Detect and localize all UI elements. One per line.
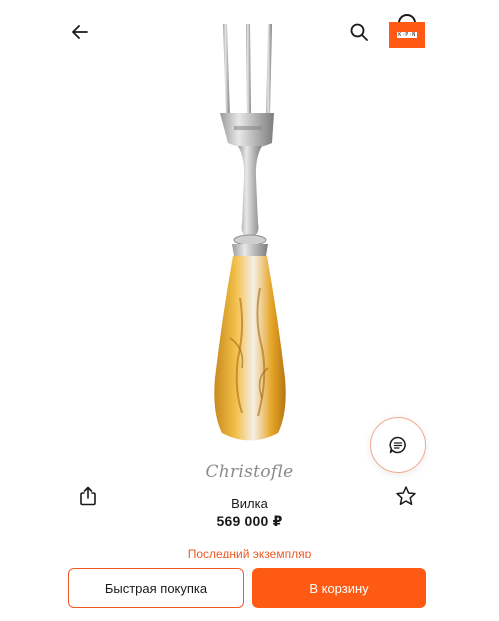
fork-product-image[interactable] — [150, 18, 350, 448]
brand-logo: Christofle — [205, 462, 294, 482]
cart-bag-body: K·P·N — [389, 22, 425, 48]
product-screen: K·P·N Christofle Вилка 569 000 ₽ Последн… — [0, 0, 499, 621]
add-to-cart-button[interactable]: В корзину — [252, 568, 426, 608]
chat-bubble-icon — [389, 436, 406, 454]
cart-bag-label: K·P·N — [397, 32, 417, 38]
arrow-left-icon — [72, 25, 88, 39]
search-icon — [350, 23, 368, 41]
product-price: 569 000 ₽ — [216, 513, 283, 529]
back-button[interactable] — [66, 18, 94, 46]
quick-buy-button[interactable]: Быстрая покупка — [68, 568, 244, 608]
product-name: Вилка — [231, 496, 268, 511]
bottom-action-bar: Быстрая покупка В корзину — [0, 558, 499, 621]
cart-button[interactable]: K·P·N — [389, 14, 425, 48]
